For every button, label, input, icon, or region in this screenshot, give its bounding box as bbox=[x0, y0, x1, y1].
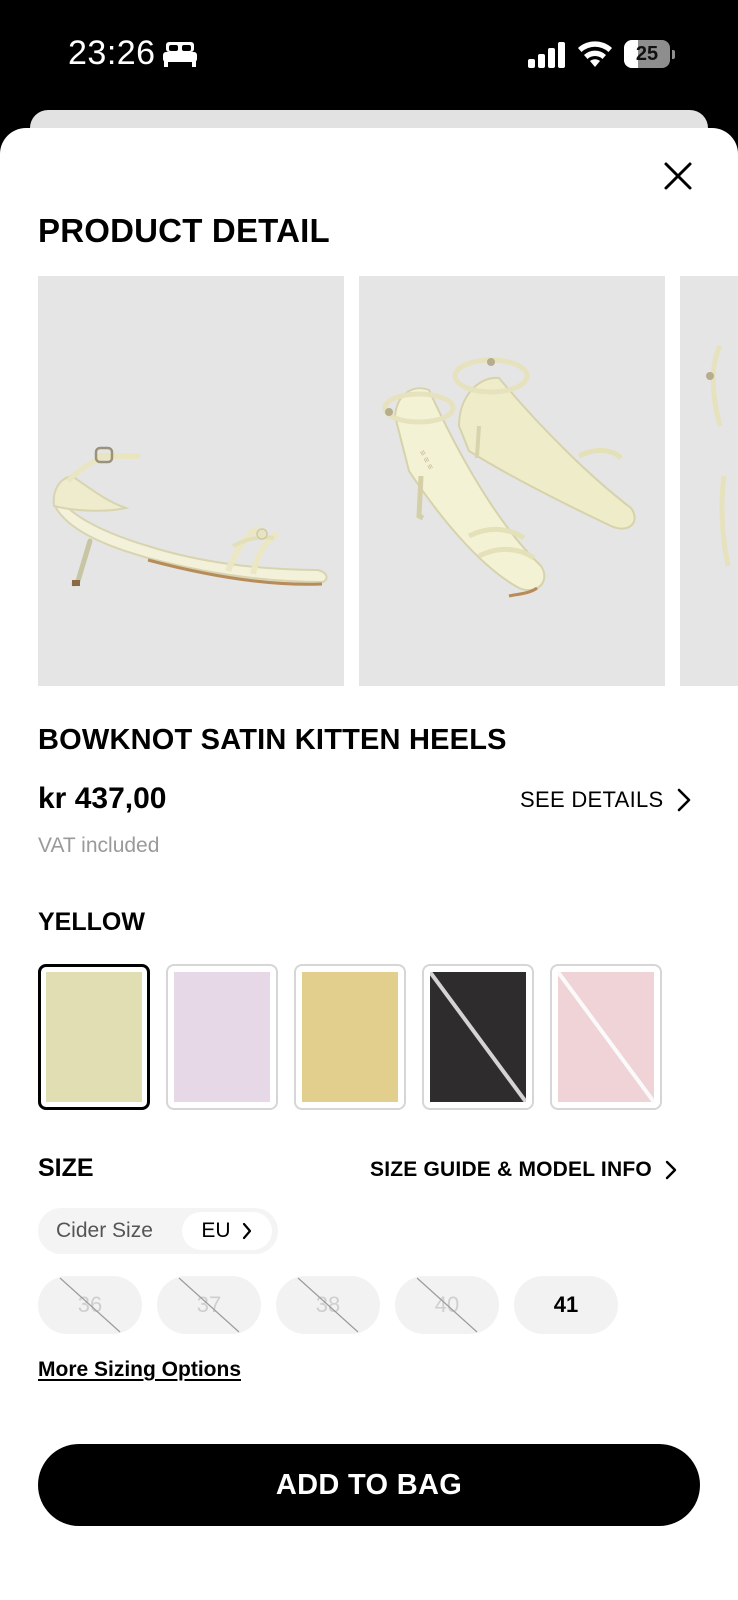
battery-level: 25 bbox=[635, 43, 659, 65]
unavailable-strike bbox=[178, 1277, 240, 1333]
product-detail-sheet: PRODUCT DETAIL ≡ ≡ ≡ BOWKNOT SATIN KITTE… bbox=[0, 128, 738, 1600]
selected-color-name: YELLOW bbox=[38, 908, 145, 936]
product-price: kr 437,00 bbox=[38, 782, 167, 815]
swatch-color bbox=[430, 972, 526, 1102]
size-system-value: EU bbox=[201, 1219, 231, 1242]
close-button[interactable] bbox=[660, 158, 696, 194]
color-swatch-mustard[interactable] bbox=[294, 964, 406, 1110]
unavailable-strike bbox=[297, 1277, 359, 1333]
size-title: SIZE bbox=[38, 1154, 94, 1182]
size-option-unavailable[interactable]: 37 bbox=[157, 1276, 261, 1334]
size-option-available[interactable]: 41 bbox=[514, 1276, 618, 1334]
color-swatch-yellow[interactable] bbox=[38, 964, 150, 1110]
status-time: 23:26 bbox=[68, 34, 156, 72]
swatch-color bbox=[174, 972, 270, 1102]
more-sizing-options-link[interactable]: More Sizing Options bbox=[38, 1358, 241, 1382]
product-image-side-view[interactable] bbox=[38, 276, 344, 686]
chevron-right-icon bbox=[677, 788, 690, 812]
unavailable-strike bbox=[558, 972, 654, 1102]
close-icon bbox=[664, 162, 692, 190]
color-swatches bbox=[38, 964, 662, 1110]
size-system-selector[interactable]: Cider Size EU bbox=[38, 1208, 278, 1254]
size-system-label: Cider Size bbox=[56, 1219, 153, 1242]
product-image-pair-view[interactable]: ≡ ≡ ≡ bbox=[359, 276, 665, 686]
swatch-color bbox=[558, 972, 654, 1102]
bed-icon bbox=[163, 42, 197, 68]
add-to-bag-button[interactable]: ADD TO BAG bbox=[38, 1444, 700, 1526]
see-details-label: SEE DETAILS bbox=[520, 787, 664, 812]
status-bar: 23:26 25 bbox=[0, 0, 738, 110]
vat-note: VAT included bbox=[38, 834, 160, 857]
size-options: 36 37 38 40 41 bbox=[38, 1276, 618, 1334]
size-guide-link[interactable]: SIZE GUIDE & MODEL INFO bbox=[370, 1154, 678, 1186]
size-guide-label: SIZE GUIDE & MODEL INFO bbox=[370, 1158, 652, 1181]
battery-icon: 25 bbox=[624, 40, 675, 68]
color-swatch-pink-unavailable[interactable] bbox=[550, 964, 662, 1110]
cellular-signal-icon bbox=[528, 42, 566, 73]
wifi-icon bbox=[578, 40, 612, 73]
color-swatch-lavender[interactable] bbox=[166, 964, 278, 1110]
page-title: PRODUCT DETAIL bbox=[38, 212, 330, 249]
color-swatch-black-unavailable[interactable] bbox=[422, 964, 534, 1110]
size-option-unavailable[interactable]: 38 bbox=[276, 1276, 380, 1334]
swatch-color bbox=[302, 972, 398, 1102]
swatch-color bbox=[46, 972, 142, 1102]
chevron-right-icon bbox=[665, 1160, 677, 1180]
see-details-link[interactable]: SEE DETAILS bbox=[520, 782, 692, 818]
product-image-gallery[interactable]: ≡ ≡ ≡ bbox=[38, 276, 738, 686]
size-option-unavailable[interactable]: 36 bbox=[38, 1276, 142, 1334]
unavailable-strike bbox=[59, 1277, 121, 1333]
unavailable-strike bbox=[416, 1277, 478, 1333]
chevron-right-icon bbox=[242, 1222, 251, 1240]
size-option-label: 41 bbox=[553, 1292, 579, 1317]
size-system-pill[interactable]: EU bbox=[182, 1212, 272, 1250]
unavailable-strike bbox=[430, 972, 526, 1102]
size-option-unavailable[interactable]: 40 bbox=[395, 1276, 499, 1334]
product-name: BOWKNOT SATIN KITTEN HEELS bbox=[38, 724, 507, 756]
product-image-partial[interactable] bbox=[680, 276, 738, 686]
